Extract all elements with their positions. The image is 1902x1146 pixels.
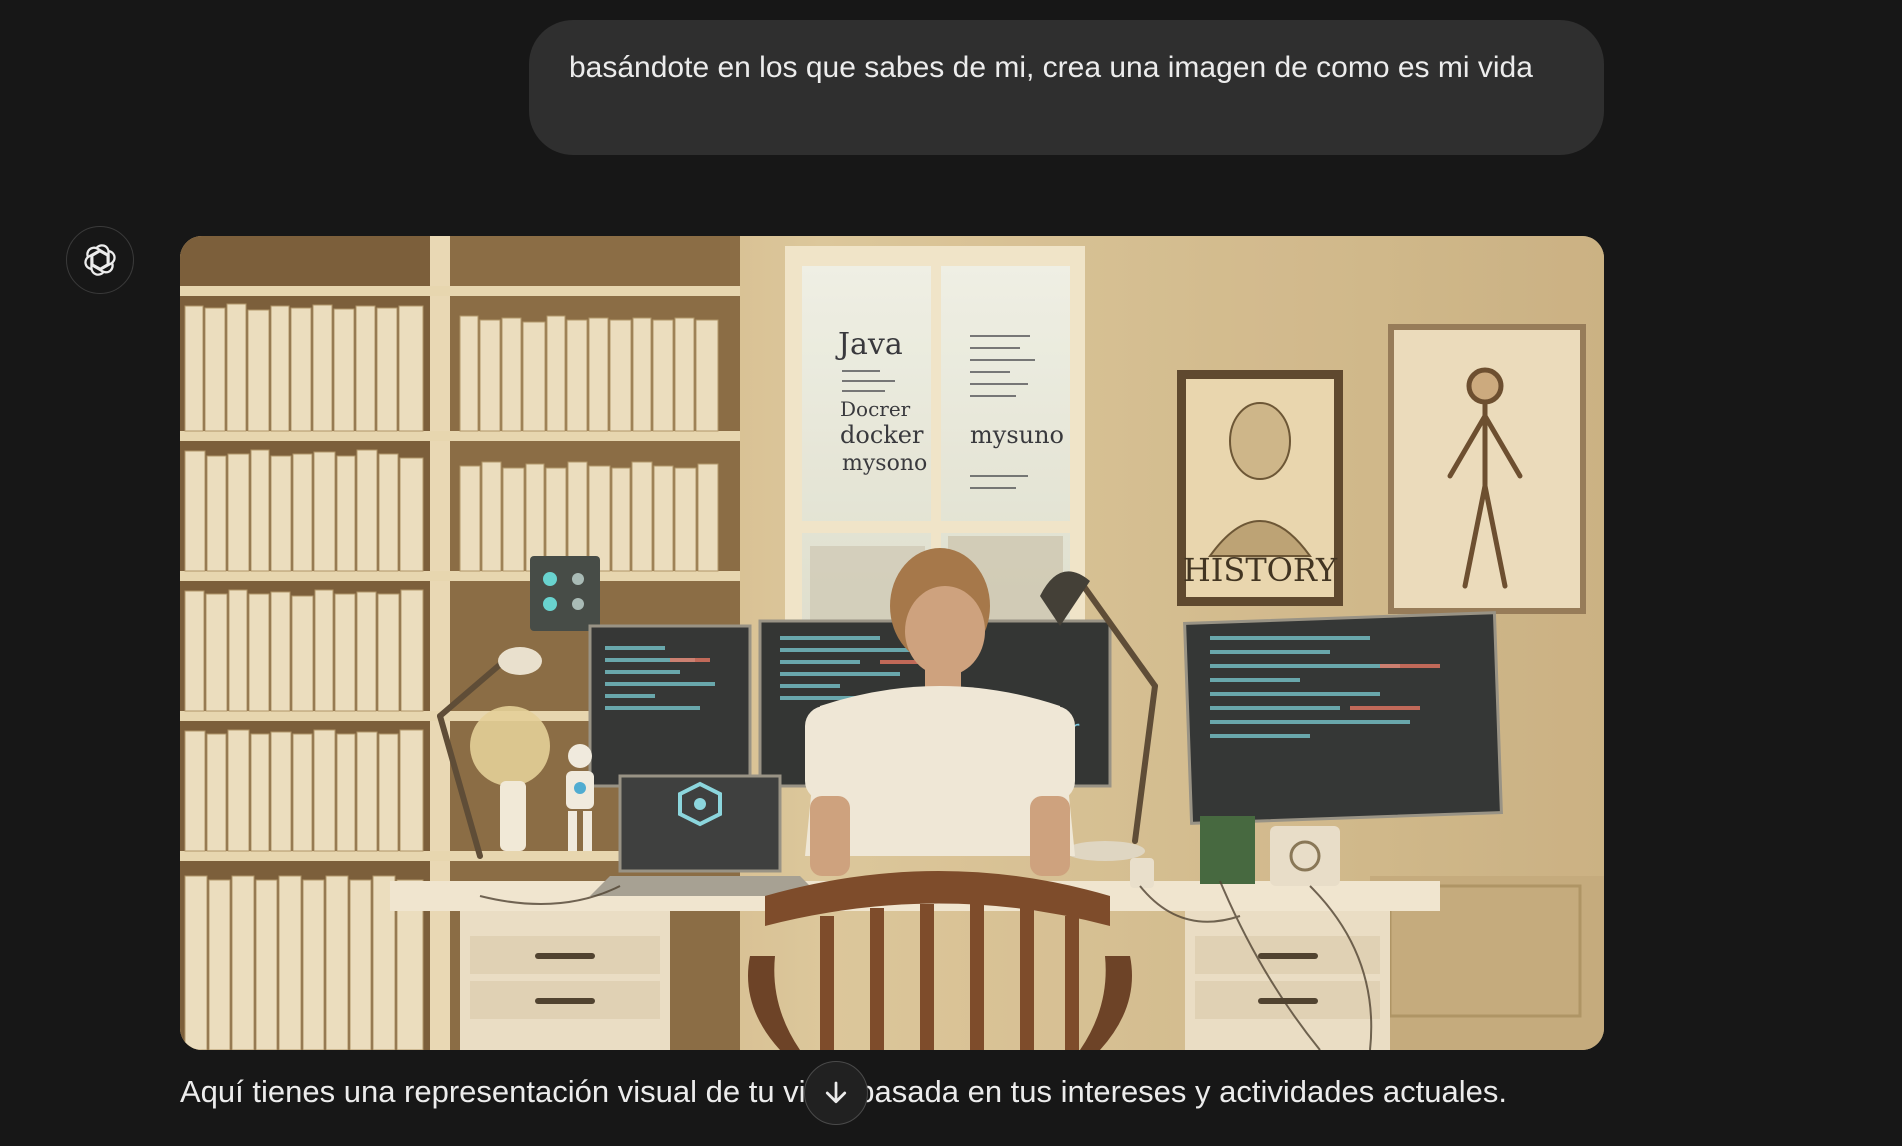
openai-logo-icon: [84, 244, 116, 276]
assistant-avatar: [66, 226, 134, 294]
user-message-bubble: basándote en los que sabes de mi, crea u…: [529, 20, 1604, 155]
assistant-response-text: Aquí tienes una representación visual de…: [180, 1074, 1507, 1109]
scroll-to-bottom-button[interactable]: [804, 1061, 868, 1125]
arrow-down-icon: [825, 1081, 847, 1104]
user-message-text: basándote en los que sabes de mi, crea u…: [569, 51, 1533, 84]
chat-page: basándote en los que sabes de mi, crea u…: [0, 0, 1902, 1146]
generated-image-scene: Java Docrer docker mysono mysuno HISTORY: [180, 236, 1604, 1050]
light-overlay: [180, 236, 1604, 1050]
generated-image[interactable]: Java Docrer docker mysono mysuno HISTORY: [180, 236, 1604, 1050]
